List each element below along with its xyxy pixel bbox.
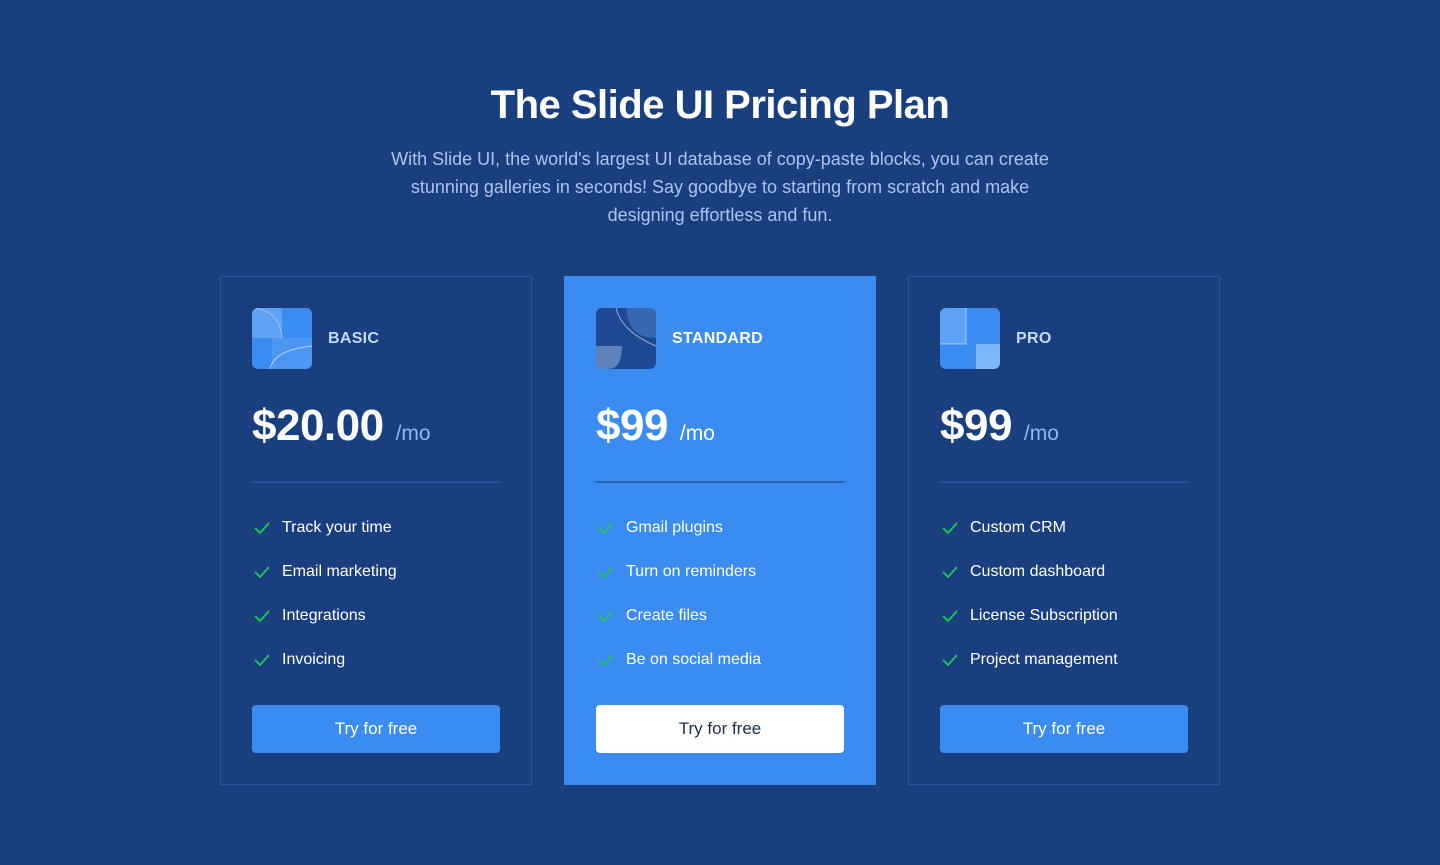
- feature-item: Custom CRM: [940, 515, 1118, 541]
- feature-label: Integrations: [282, 607, 366, 624]
- check-icon: [942, 522, 958, 534]
- feature-item: License Subscription: [940, 603, 1118, 629]
- feature-label: Gmail plugins: [626, 519, 723, 536]
- feature-item: Gmail plugins: [596, 515, 761, 541]
- check-icon: [254, 522, 270, 534]
- feature-label: Be on social media: [626, 651, 762, 668]
- basic-plan-icon: [252, 308, 312, 369]
- page-subtitle: With Slide UI, the world's largest UI da…: [391, 149, 1049, 225]
- check-icon: [942, 566, 958, 578]
- feature-item: Integrations: [252, 603, 397, 629]
- check-icon: [254, 654, 270, 666]
- plan-name: BASIC: [328, 329, 380, 347]
- standard-plan-icon: [596, 308, 656, 369]
- feature-label: Track your time: [282, 519, 392, 536]
- price-period: /mo: [679, 422, 715, 445]
- page-title: The Slide UI Pricing Plan: [490, 83, 950, 127]
- card-header: STANDARD: [596, 308, 763, 369]
- check-icon: [598, 522, 614, 534]
- feature-list: Track your time Email marketing Integrat…: [252, 515, 397, 691]
- plan-name: PRO: [1016, 329, 1052, 347]
- check-icon: [598, 610, 614, 622]
- feature-item: Turn on reminders: [596, 559, 761, 585]
- try-for-free-button-pro[interactable]: Try for free: [940, 705, 1188, 753]
- pricing-card-pro: PRO $99 /mo Custom CRM Custom dashboard …: [908, 276, 1220, 785]
- card-header: PRO: [940, 308, 1052, 369]
- feature-label: Project management: [970, 651, 1118, 668]
- check-icon: [254, 610, 270, 622]
- divider: [940, 481, 1188, 483]
- pricing-card-basic: BASIC $20.00 /mo Track your time Email m…: [220, 276, 532, 785]
- feature-item: Track your time: [252, 515, 397, 541]
- price-row: $99 /mo: [596, 401, 715, 451]
- feature-item: Project management: [940, 647, 1118, 673]
- price-row: $20.00 /mo: [252, 401, 431, 451]
- feature-item: Be on social media: [596, 647, 761, 673]
- pricing-section: The Slide UI Pricing Plan With Slide UI,…: [0, 0, 1440, 865]
- feature-label: License Subscription: [970, 607, 1118, 624]
- feature-label: Turn on reminders: [626, 563, 757, 580]
- try-for-free-button-standard[interactable]: Try for free: [596, 705, 844, 753]
- feature-label: Create files: [626, 607, 707, 624]
- price-row: $99 /mo: [940, 401, 1059, 451]
- pricing-card-standard: STANDARD $99 /mo Gmail plugins Turn on r…: [564, 276, 876, 785]
- feature-item: Custom dashboard: [940, 559, 1118, 585]
- feature-list: Gmail plugins Turn on reminders Create f…: [596, 515, 761, 691]
- feature-item: Create files: [596, 603, 761, 629]
- check-icon: [942, 610, 958, 622]
- feature-label: Custom dashboard: [970, 563, 1106, 580]
- plan-name: STANDARD: [672, 329, 763, 347]
- feature-item: Invoicing: [252, 647, 397, 673]
- feature-item: Email marketing: [252, 559, 397, 585]
- plan-price: $99: [940, 401, 1012, 450]
- price-period: /mo: [395, 422, 431, 445]
- feature-label: Invoicing: [282, 651, 346, 668]
- plan-price: $99: [596, 401, 668, 450]
- plan-price: $20.00: [252, 401, 384, 450]
- price-period: /mo: [1023, 422, 1059, 445]
- feature-label: Email marketing: [282, 563, 397, 580]
- divider: [252, 481, 500, 483]
- check-icon: [598, 566, 614, 578]
- feature-list: Custom CRM Custom dashboard License Subs…: [940, 515, 1118, 691]
- pro-plan-icon: [940, 308, 1000, 369]
- divider: [596, 481, 844, 483]
- check-icon: [598, 654, 614, 666]
- feature-label: Custom CRM: [970, 519, 1067, 536]
- check-icon: [254, 566, 270, 578]
- card-header: BASIC: [252, 308, 379, 369]
- check-icon: [942, 654, 958, 666]
- try-for-free-button-basic[interactable]: Try for free: [252, 705, 500, 753]
